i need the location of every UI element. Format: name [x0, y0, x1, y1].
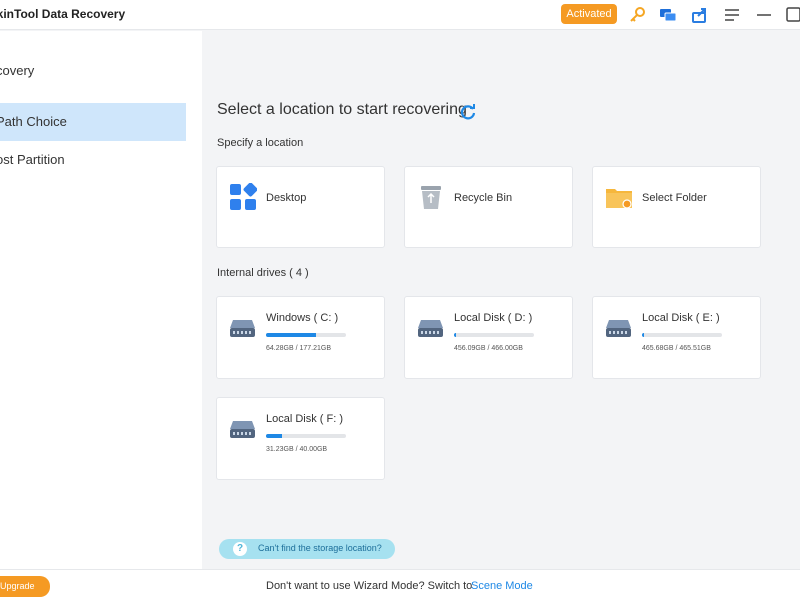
chat-icon[interactable] [658, 5, 678, 25]
location-card-select-folder[interactable]: Select Folder [592, 166, 761, 248]
drive-size: 456.09GB / 466.00GB [454, 345, 523, 352]
specify-location-label: Specify a location [217, 137, 304, 149]
drive-size: 64.28GB / 177.21GB [266, 345, 331, 352]
location-label: Desktop [266, 192, 307, 204]
sidebar-item-label: ost Partition [0, 152, 65, 167]
drive-label: Local Disk ( D: ) [454, 312, 533, 324]
desktop-icon [229, 182, 258, 211]
page-title: Select a location to start recovering [217, 101, 467, 118]
cant-find-label: Can't find the storage location? [258, 543, 382, 553]
menu-icon[interactable] [722, 5, 742, 25]
key-icon[interactable] [627, 5, 647, 25]
internal-drives-label: Internal drives ( 4 ) [217, 267, 309, 279]
drive-usage-bar [266, 333, 346, 337]
sidebar-item-label: Path Choice [0, 114, 67, 129]
folder-icon [605, 183, 633, 211]
drive-label: Windows ( C: ) [266, 312, 339, 324]
location-label: Select Folder [642, 192, 707, 204]
sidebar-item-recovery[interactable]: covery [0, 52, 186, 90]
drive-usage-fill [266, 434, 282, 438]
drive-usage-bar [642, 333, 722, 337]
scene-mode-link[interactable]: Scene Mode [471, 580, 533, 592]
drive-usage-fill [642, 333, 644, 337]
drive-label: Local Disk ( E: ) [642, 312, 720, 324]
cant-find-location-button[interactable]: ? Can't find the storage location? [219, 539, 395, 559]
hard-drive-icon [229, 419, 256, 439]
maximize-icon[interactable] [784, 5, 800, 25]
sidebar: covery Path Choice ost Partition [0, 31, 202, 569]
drive-usage-fill [266, 333, 317, 337]
drive-label: Local Disk ( F: ) [266, 413, 344, 425]
location-card-recycle-bin[interactable]: Recycle Bin [404, 166, 573, 248]
minimize-icon[interactable] [754, 5, 774, 25]
drive-card-f[interactable]: Local Disk ( F: ) 31.23GB / 40.00GB [216, 397, 385, 480]
hard-drive-icon [229, 318, 256, 338]
sidebar-item-lost-partition[interactable]: ost Partition [0, 141, 186, 179]
location-label: Recycle Bin [454, 192, 513, 204]
question-icon: ? [233, 542, 247, 556]
hard-drive-icon [605, 318, 632, 338]
title-bar: rkinTool Data Recovery Activated [0, 0, 800, 30]
switch-mode-text: Don't want to use Wizard Mode? Switch to [266, 580, 473, 592]
recycle-bin-icon [417, 183, 445, 211]
share-icon[interactable] [690, 5, 710, 25]
drive-card-c[interactable]: Windows ( C: ) 64.28GB / 177.21GB [216, 296, 385, 379]
refresh-icon[interactable] [459, 103, 477, 121]
upgrade-button[interactable]: Upgrade [0, 576, 50, 597]
sidebar-item-label: covery [0, 63, 35, 78]
activated-badge[interactable]: Activated [561, 4, 617, 24]
drive-usage-fill [454, 333, 456, 337]
location-card-desktop[interactable]: Desktop [216, 166, 385, 248]
drive-usage-bar [266, 434, 346, 438]
drive-size: 465.68GB / 465.51GB [642, 345, 711, 352]
drive-card-d[interactable]: Local Disk ( D: ) 456.09GB / 466.00GB [404, 296, 573, 379]
bottom-bar: Upgrade Don't want to use Wizard Mode? S… [0, 569, 800, 600]
hard-drive-icon [417, 318, 444, 338]
sidebar-item-path-choice[interactable]: Path Choice [0, 103, 186, 141]
drive-card-e[interactable]: Local Disk ( E: ) 465.68GB / 465.51GB [592, 296, 761, 379]
drive-usage-bar [454, 333, 534, 337]
drive-size: 31.23GB / 40.00GB [266, 446, 328, 453]
app-title: rkinTool Data Recovery [0, 7, 126, 21]
